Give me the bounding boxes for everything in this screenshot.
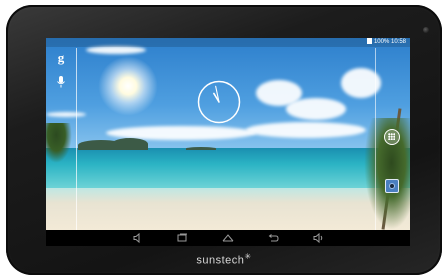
status-bar: 100% 10:58 xyxy=(46,38,410,47)
search-bar-divider xyxy=(76,48,77,230)
cloud xyxy=(86,46,146,54)
volume-up-icon[interactable] xyxy=(312,232,326,244)
brand-name: sunstech xyxy=(196,254,245,267)
brand-logo: sunstech✳ xyxy=(0,252,448,267)
mic-icon[interactable] xyxy=(56,76,66,88)
apps-drawer-icon[interactable] xyxy=(384,129,400,145)
status-time: 10:58 xyxy=(390,39,406,45)
cloud xyxy=(46,112,86,117)
wallpaper xyxy=(46,38,410,230)
navigation-bar xyxy=(46,230,410,246)
battery-level: 100% xyxy=(373,39,390,45)
battery-icon xyxy=(366,38,372,44)
cloud xyxy=(246,122,366,138)
analog-clock-widget[interactable] xyxy=(197,80,241,124)
sea xyxy=(46,148,410,188)
cloud xyxy=(286,98,346,120)
island xyxy=(112,138,148,150)
island xyxy=(186,147,216,150)
status-info: 100% 10:58 xyxy=(366,38,406,47)
google-g-icon[interactable]: g xyxy=(53,50,69,66)
camera-icon[interactable] xyxy=(385,179,399,193)
dock-divider xyxy=(375,48,376,230)
sun xyxy=(98,56,158,116)
palm-tree xyxy=(46,123,72,163)
beach xyxy=(46,188,410,230)
brand-spark-icon: ✳ xyxy=(244,252,252,261)
back-icon[interactable] xyxy=(266,232,280,244)
recent-apps-icon[interactable] xyxy=(175,232,189,244)
home-icon[interactable] xyxy=(221,232,235,244)
tablet-screen: 100% 10:58 g xyxy=(46,38,410,246)
volume-down-icon[interactable] xyxy=(131,232,145,244)
front-camera-icon xyxy=(423,27,429,33)
